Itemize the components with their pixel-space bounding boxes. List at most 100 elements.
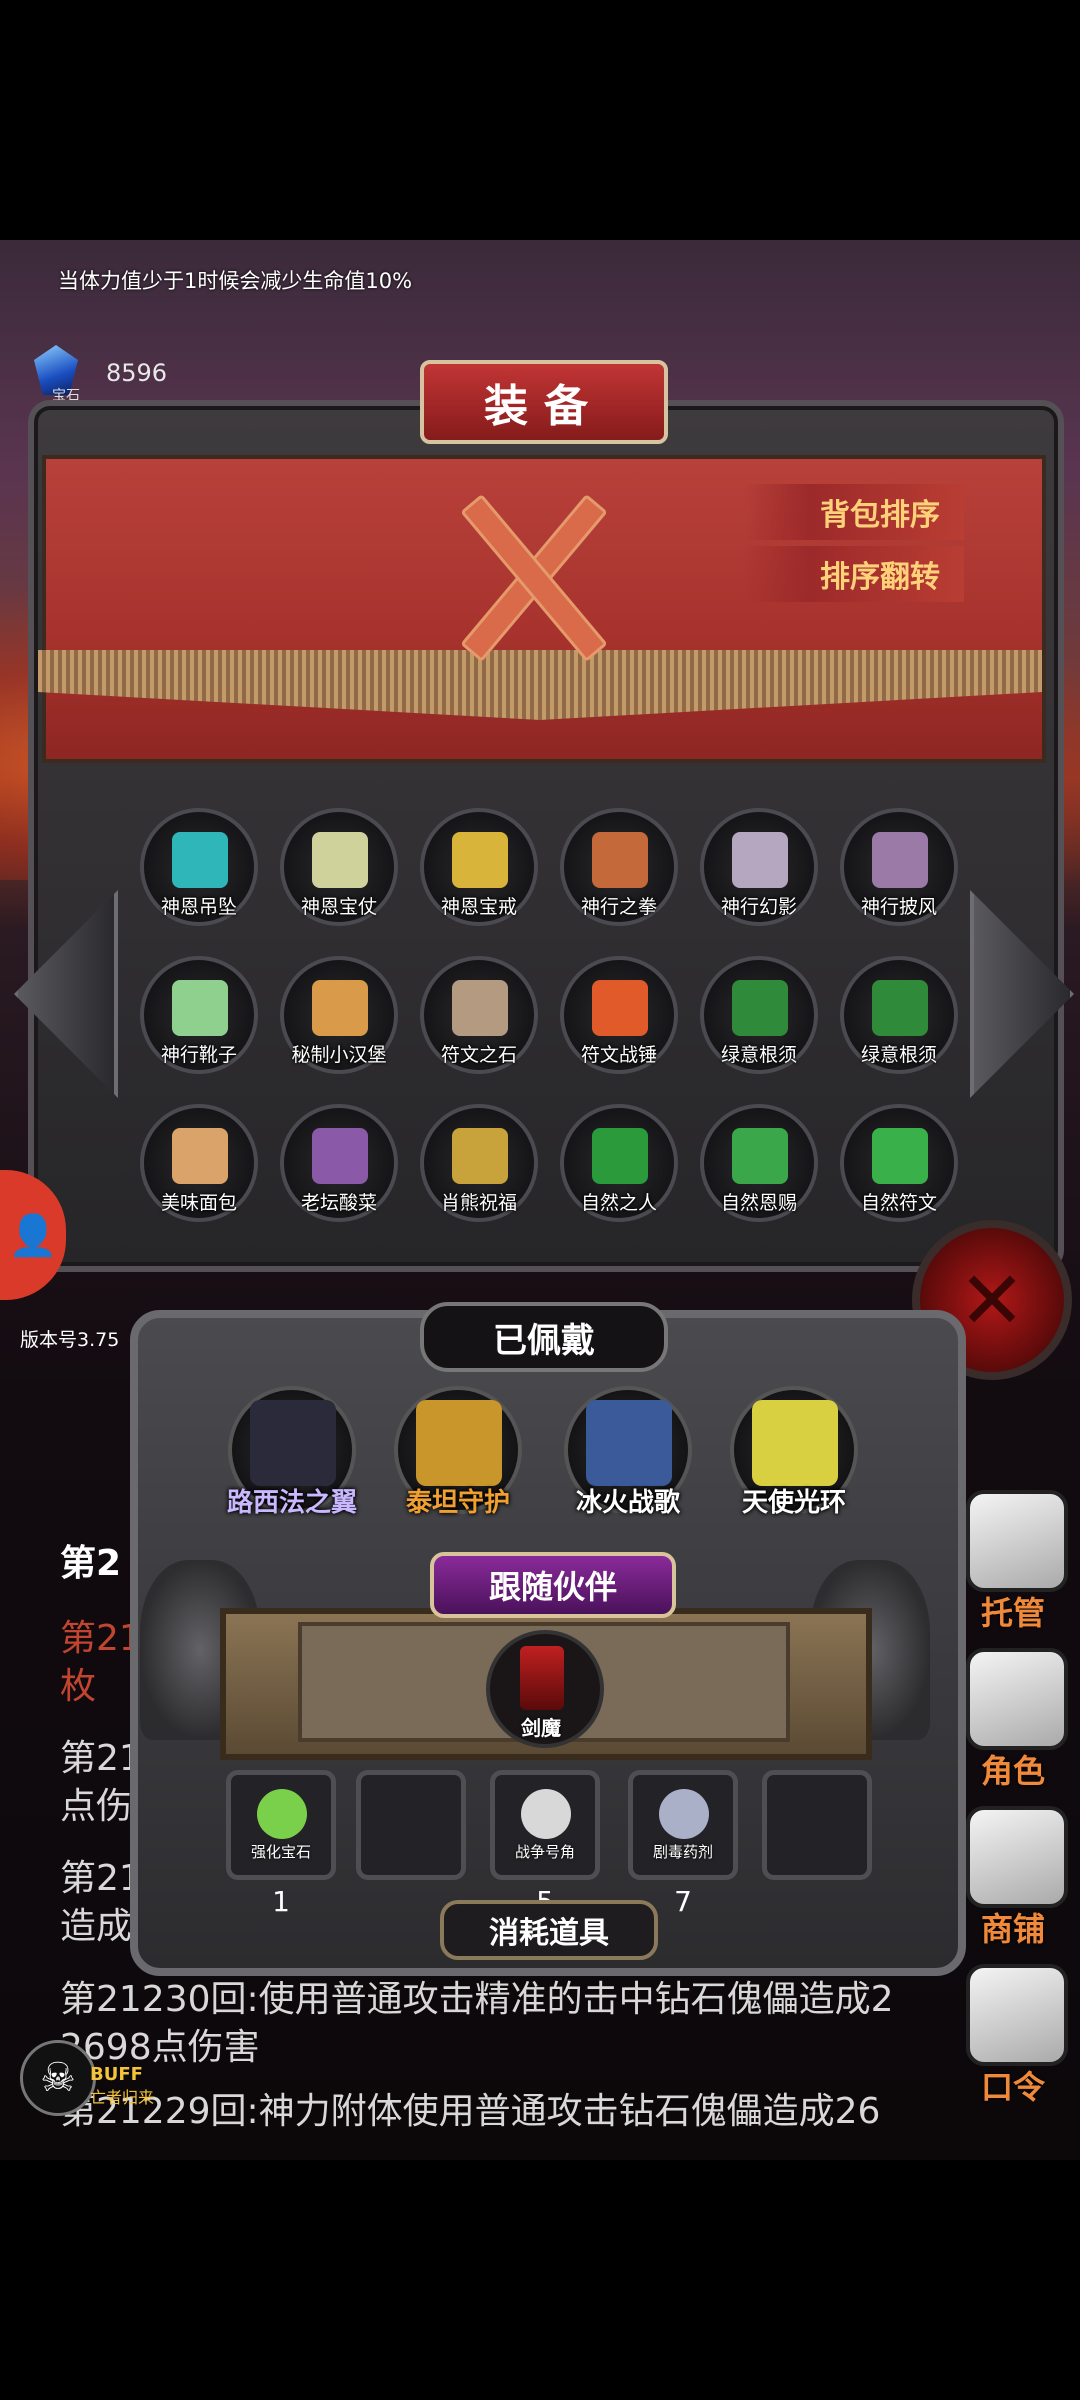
log-line: 枚 bbox=[60, 1666, 97, 1707]
item-label: 神行幻影 bbox=[720, 896, 797, 918]
consumable-label: 战争号角 bbox=[514, 1843, 575, 1861]
skull-icon: ☠ bbox=[20, 2040, 96, 2116]
item-label: 符文之石 bbox=[440, 1044, 517, 1066]
log-line: 点伤 bbox=[60, 1786, 133, 1827]
shop-button[interactable]: 商铺 bbox=[958, 1806, 1068, 1956]
hooded-figure-icon bbox=[966, 1648, 1068, 1750]
buff-subtitle: 亡者归来 bbox=[90, 2088, 155, 2107]
item-icon bbox=[452, 832, 508, 888]
right-menu-label: 口令 bbox=[980, 2068, 1045, 2106]
equipped-item-icon bbox=[586, 1400, 672, 1486]
gem-counter: 8596 宝石 bbox=[34, 345, 194, 404]
item-label: 神恩宝戒 bbox=[440, 896, 517, 918]
inventory-slot[interactable]: 秘制小汉堡 bbox=[280, 956, 398, 1074]
item-label: 秘制小汉堡 bbox=[291, 1044, 387, 1066]
inventory-slot[interactable]: 神行幻影 bbox=[700, 808, 818, 926]
item-icon bbox=[172, 980, 228, 1036]
item-icon bbox=[592, 1128, 648, 1184]
item-label: 神行披风 bbox=[860, 896, 937, 918]
user-icon: 👤 bbox=[8, 1212, 58, 1259]
consumable-slot[interactable]: 剧毒药剂 7 bbox=[628, 1770, 738, 1918]
log-line: 造成 bbox=[60, 1906, 133, 1947]
item-icon bbox=[312, 832, 368, 888]
inventory-slot[interactable]: 符文战锤 bbox=[560, 956, 678, 1074]
item-icon bbox=[452, 1128, 508, 1184]
equipped-item-label: 天使光环 bbox=[741, 1488, 846, 1518]
inventory-slot[interactable]: 绿意根须 bbox=[840, 956, 958, 1074]
inventory-slot[interactable]: 老坛酸菜 bbox=[280, 1104, 398, 1222]
equipped-item-label: 泰坦守护 bbox=[405, 1488, 510, 1518]
scroll-icon bbox=[966, 1964, 1068, 2066]
inventory-slot[interactable]: 神恩吊坠 bbox=[140, 808, 258, 926]
item-label: 美味面包 bbox=[160, 1192, 237, 1214]
equipped-slot[interactable]: 天使光环 bbox=[730, 1386, 858, 1518]
consumable-slot[interactable] bbox=[356, 1770, 466, 1880]
right-menu-label: 角色 bbox=[980, 1752, 1045, 1790]
consumable-label: 剧毒药剂 bbox=[652, 1843, 713, 1861]
consumables-title: 消耗道具 bbox=[440, 1900, 658, 1960]
inventory-slot[interactable]: 自然之人 bbox=[560, 1104, 678, 1222]
log-line: 第21230回:使用普通攻击精准的击中钻石傀儡造成2 bbox=[60, 1979, 894, 2020]
item-icon bbox=[452, 980, 508, 1036]
inventory-slot[interactable]: 肖熊祝福 bbox=[420, 1104, 538, 1222]
item-label: 自然恩赐 bbox=[720, 1192, 797, 1214]
item-icon bbox=[592, 980, 648, 1036]
consumable-slot[interactable]: 强化宝石 1 bbox=[226, 1770, 336, 1918]
buff-indicator[interactable]: ☠ BUFF 亡者归来 bbox=[20, 2040, 170, 2120]
consumable-label: 强化宝石 bbox=[250, 1843, 311, 1861]
consumable-count: 1 bbox=[272, 1885, 290, 1918]
consumable-icon bbox=[521, 1789, 571, 1839]
inventory-slot[interactable]: 神恩宝仗 bbox=[280, 808, 398, 926]
sort-bag-button[interactable]: 背包排序 bbox=[744, 484, 964, 540]
character-button[interactable]: 角色 bbox=[958, 1648, 1068, 1798]
equipped-slot[interactable]: 路西法之翼 bbox=[227, 1386, 357, 1518]
consumable-icon bbox=[257, 1789, 307, 1839]
gem-count: 8596 bbox=[106, 359, 168, 387]
consumable-slot[interactable]: 战争号角5 bbox=[490, 1770, 600, 1918]
item-label: 老坛酸菜 bbox=[300, 1192, 377, 1214]
log-line: 第2 bbox=[60, 1543, 122, 1584]
equipped-item-label: 路西法之翼 bbox=[226, 1488, 357, 1518]
inventory-slot[interactable]: 符文之石 bbox=[420, 956, 538, 1074]
item-icon bbox=[732, 1128, 788, 1184]
inventory-slot[interactable]: 自然恩赐 bbox=[700, 1104, 818, 1222]
equipped-item-icon bbox=[752, 1400, 838, 1486]
item-icon bbox=[172, 1128, 228, 1184]
inventory-slot[interactable]: 神行披风 bbox=[840, 808, 958, 926]
version-label: 版本号3.75 bbox=[20, 1329, 120, 1351]
panel-title: 装备 bbox=[484, 381, 604, 432]
consumable-slot[interactable] bbox=[762, 1770, 872, 1880]
item-icon bbox=[732, 832, 788, 888]
reverse-sort-button[interactable]: 排序翻转 bbox=[744, 546, 964, 602]
item-label: 神行靴子 bbox=[160, 1044, 237, 1066]
item-label: 自然之人 bbox=[580, 1192, 657, 1214]
equipped-title: 已佩戴 bbox=[420, 1302, 668, 1372]
inventory-slot[interactable]: 自然符文 bbox=[840, 1104, 958, 1222]
inventory-slot[interactable]: 神行靴子 bbox=[140, 956, 258, 1074]
equipped-slot[interactable]: 冰火战歌 bbox=[564, 1386, 692, 1518]
auto-play-button[interactable]: 托管 bbox=[958, 1490, 1068, 1640]
dice-icon bbox=[966, 1490, 1068, 1592]
item-icon bbox=[872, 1128, 928, 1184]
inventory-slot[interactable]: 神行之拳 bbox=[560, 808, 678, 926]
inventory-slot[interactable]: 神恩宝戒 bbox=[420, 808, 538, 926]
equipped-item-icon bbox=[250, 1400, 336, 1486]
item-label: 自然符文 bbox=[860, 1192, 937, 1214]
companion-name: 剑魔 bbox=[521, 1716, 561, 1740]
item-icon bbox=[312, 1128, 368, 1184]
consumable-icon bbox=[659, 1789, 709, 1839]
item-icon bbox=[872, 980, 928, 1036]
passcode-button[interactable]: 口令 bbox=[958, 1964, 1068, 2114]
item-icon bbox=[872, 832, 928, 888]
item-icon bbox=[172, 832, 228, 888]
sword-demon-icon bbox=[520, 1646, 564, 1710]
item-label: 肖熊祝福 bbox=[440, 1192, 517, 1214]
item-label: 绿意根须 bbox=[860, 1044, 937, 1066]
item-label: 绿意根须 bbox=[720, 1044, 797, 1066]
crossed-swords-crest bbox=[420, 480, 640, 663]
item-icon bbox=[312, 980, 368, 1036]
stamina-hint: 当体力值少于1时候会减少生命值10% bbox=[58, 269, 413, 293]
inventory-slot[interactable]: 绿意根须 bbox=[700, 956, 818, 1074]
inventory-slot[interactable]: 美味面包 bbox=[140, 1104, 258, 1222]
equipped-slot[interactable]: 泰坦守护 bbox=[394, 1386, 522, 1518]
